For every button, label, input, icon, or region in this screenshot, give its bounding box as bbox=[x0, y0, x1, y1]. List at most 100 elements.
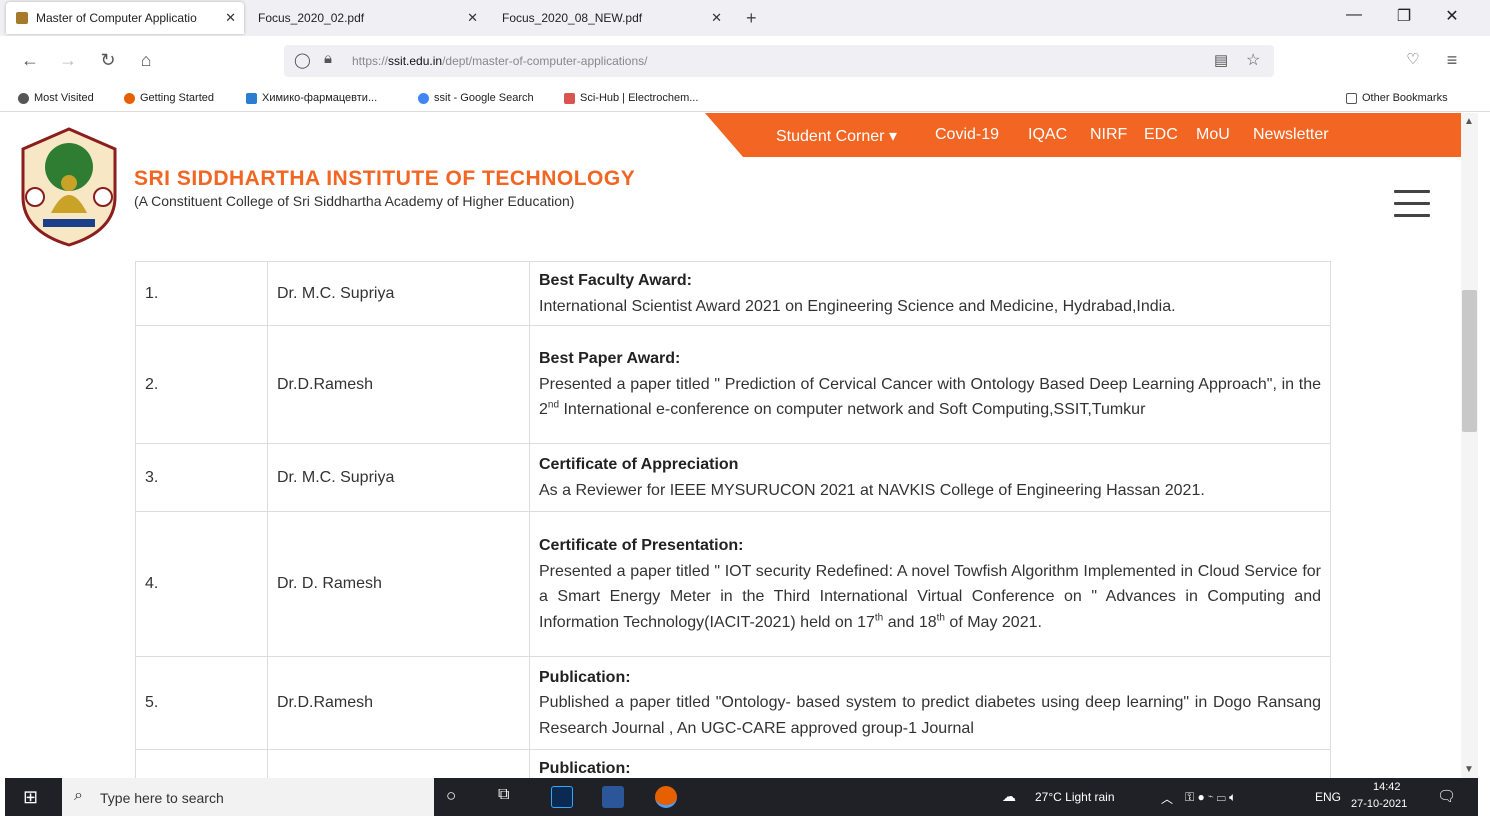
new-tab-button[interactable]: + bbox=[746, 8, 757, 29]
close-tab-icon[interactable]: ✕ bbox=[711, 10, 722, 26]
task-view-icon[interactable]: ⧉ bbox=[498, 786, 509, 804]
address-bar[interactable]: ◯ 🔒︎ https://ssit.edu.in/dept/master-of-… bbox=[284, 45, 1274, 77]
weather-text[interactable]: 27°C Light rain bbox=[1035, 790, 1115, 804]
institute-name: SRI SIDDHARTHA INSTITUTE OF TECHNOLOGY bbox=[134, 167, 636, 190]
clock-time[interactable]: 14:42 bbox=[1373, 781, 1401, 793]
award-details: Certificate of Presentation: Presented a … bbox=[529, 511, 1331, 657]
google-icon bbox=[418, 92, 429, 104]
award-heading: Best Paper Award: bbox=[539, 350, 681, 368]
award-details: Best Paper Award: Presented a paper title… bbox=[529, 325, 1331, 444]
bookmark-most-visited[interactable]: Most Visited bbox=[18, 92, 94, 104]
language-indicator[interactable]: ENG bbox=[1315, 790, 1341, 804]
hamburger-menu-icon[interactable] bbox=[1394, 190, 1430, 226]
app-menu-icon[interactable]: ≡ bbox=[1440, 50, 1464, 71]
award-text: Presented a paper titled " IOT security … bbox=[539, 562, 1321, 631]
forward-icon[interactable]: → bbox=[56, 50, 80, 71]
faculty-name: Dr. D. Ramesh bbox=[267, 511, 530, 657]
menu-iqac[interactable]: IQAC bbox=[1028, 126, 1067, 144]
serial-number: 4. bbox=[135, 511, 268, 657]
menu-newsletter[interactable]: Newsletter bbox=[1253, 126, 1329, 144]
pocket-icon[interactable]: ♡ bbox=[1401, 50, 1425, 68]
award-heading: Best Faculty Award: bbox=[539, 272, 692, 289]
serial-number bbox=[135, 749, 268, 778]
award-text: Published a paper titled "Ontology- base… bbox=[539, 694, 1321, 737]
search-icon: ⌕ bbox=[74, 787, 83, 804]
award-text: As a Reviewer for IEEE MYSURUCON 2021 at… bbox=[539, 481, 1205, 499]
tab-bar: Master of Computer Applicatio ✕ Focus_20… bbox=[0, 0, 1490, 36]
table-row: 5. Dr.D.Ramesh Publication: Published a p… bbox=[135, 656, 1331, 750]
other-bookmarks[interactable]: Other Bookmarks bbox=[1346, 92, 1448, 104]
institute-logo[interactable] bbox=[19, 127, 119, 247]
close-window-icon[interactable]: ✕ bbox=[1437, 6, 1467, 26]
tab-focus-2020-02[interactable]: Focus_2020_02.pdf ✕ bbox=[248, 0, 486, 36]
page-scrollbar[interactable] bbox=[1461, 113, 1478, 778]
faculty-name: Dr. M.C. Supriya bbox=[267, 443, 530, 512]
home-icon[interactable]: ⌂ bbox=[134, 50, 158, 71]
menu-covid-19[interactable]: Covid-19 bbox=[935, 126, 999, 144]
minimize-icon[interactable]: — bbox=[1339, 6, 1369, 24]
scroll-up-icon[interactable]: ▲ bbox=[1464, 116, 1474, 127]
word-icon[interactable] bbox=[602, 786, 624, 808]
serial-number: 3. bbox=[135, 443, 268, 512]
folder-icon bbox=[1346, 92, 1357, 104]
award-text: Presented a paper titled " Prediction of… bbox=[539, 375, 1321, 419]
award-heading: Certificate of Appreciation bbox=[539, 456, 739, 473]
table-row: 4. Dr. D. Ramesh Certificate of Presenta… bbox=[135, 511, 1331, 657]
serial-number: 5. bbox=[135, 656, 268, 750]
awards-table-container: 1. Dr. M.C. Supriya Best Faculty Award: I… bbox=[135, 261, 1331, 778]
windows-start-icon[interactable]: ⊞ bbox=[23, 787, 38, 808]
taskbar-search-box[interactable]: ⌕ Type here to search bbox=[62, 778, 434, 816]
institute-subtitle: (A Constituent College of Sri Siddhartha… bbox=[134, 193, 575, 209]
firefox-taskbar-icon[interactable] bbox=[655, 786, 677, 808]
bookmark-sci-hub[interactable]: Sci-Hub | Electrochem... bbox=[564, 92, 698, 104]
tab-title: Focus_2020_08_NEW.pdf bbox=[502, 11, 643, 25]
menu-nirf[interactable]: NIRF bbox=[1090, 126, 1127, 144]
award-heading: Certificate of Presentation: bbox=[539, 537, 744, 554]
award-details: Publication: bbox=[529, 749, 1331, 778]
tab-master-of-computer-applications[interactable]: Master of Computer Applicatio ✕ bbox=[6, 2, 244, 34]
table-row: 2. Dr.D.Ramesh Best Paper Award: Presente… bbox=[135, 325, 1331, 444]
award-details: Publication: Published a paper titled "On… bbox=[529, 656, 1331, 750]
bookmark-favicon-icon bbox=[246, 92, 257, 104]
menu-edc[interactable]: EDC bbox=[1144, 126, 1178, 144]
cortana-icon[interactable]: ○ bbox=[446, 786, 456, 806]
navigation-bar: ← → ↻ ⌂ ◯ 🔒︎ https://ssit.edu.in/dept/ma… bbox=[0, 36, 1490, 86]
back-icon[interactable]: ← bbox=[18, 50, 42, 71]
reload-icon[interactable]: ↻ bbox=[96, 50, 120, 71]
menu-mou[interactable]: MoU bbox=[1196, 126, 1230, 144]
bookmark-star-icon[interactable]: ☆ bbox=[1246, 50, 1260, 70]
award-details: Best Faculty Award: International Scienti… bbox=[529, 261, 1331, 326]
bookmark-getting-started[interactable]: Getting Started bbox=[124, 92, 214, 104]
faculty-name: Dr.D.Ramesh bbox=[267, 325, 530, 444]
weather-icon[interactable]: ☁ bbox=[1002, 788, 1016, 805]
tab-focus-2020-08-new[interactable]: Focus_2020_08_NEW.pdf ✕ bbox=[492, 0, 730, 36]
table-row: 1. Dr. M.C. Supriya Best Faculty Award: I… bbox=[135, 261, 1331, 326]
award-text: International Scientist Award 2021 on En… bbox=[539, 297, 1176, 315]
faculty-name: Dr. M.C. Supriya bbox=[267, 261, 530, 326]
notification-icon[interactable]: 🗨︎ bbox=[1437, 787, 1456, 805]
system-tray-icons[interactable]: ⚿ ● ⌁ ▭ 🔈︎ bbox=[1185, 790, 1236, 805]
bookmark-google-search[interactable]: ssit - Google Search bbox=[418, 92, 534, 104]
tracking-shield-icon[interactable]: ◯ bbox=[294, 51, 311, 69]
show-hidden-icons[interactable]: ︿ bbox=[1161, 790, 1173, 807]
clock-date[interactable]: 27-10-2021 bbox=[1351, 798, 1407, 810]
windows-taskbar: ⊞ ⌕ Type here to search ○ ⧉ ☁ 27°C Light… bbox=[5, 778, 1478, 816]
close-tab-icon[interactable]: ✕ bbox=[467, 10, 478, 26]
url-text[interactable]: https://ssit.edu.in/dept/master-of-compu… bbox=[352, 54, 648, 68]
tab-title: Focus_2020_02.pdf bbox=[258, 11, 365, 25]
sci-hub-icon bbox=[564, 92, 575, 104]
reader-view-icon[interactable]: ▤ bbox=[1214, 51, 1228, 69]
awards-table: 1. Dr. M.C. Supriya Best Faculty Award: I… bbox=[135, 261, 1331, 778]
bookmarks-bar: Most Visited Getting Started Химико-фарм… bbox=[0, 86, 1490, 112]
lock-icon[interactable]: 🔒︎ bbox=[324, 50, 332, 67]
scroll-down-icon[interactable]: ▼ bbox=[1464, 764, 1474, 775]
photoshop-icon[interactable] bbox=[551, 786, 573, 808]
scrollbar-thumb[interactable] bbox=[1462, 290, 1477, 432]
site-favicon-icon bbox=[16, 12, 28, 24]
tab-title: Master of Computer Applicatio bbox=[36, 11, 197, 25]
firefox-icon bbox=[124, 92, 135, 104]
menu-student-corner[interactable]: Student Corner ▾ bbox=[776, 126, 897, 146]
restore-icon[interactable]: ❐ bbox=[1389, 6, 1419, 26]
bookmark-chemistry[interactable]: Химико-фармацевти... bbox=[246, 92, 377, 104]
close-tab-icon[interactable]: ✕ bbox=[225, 10, 236, 26]
